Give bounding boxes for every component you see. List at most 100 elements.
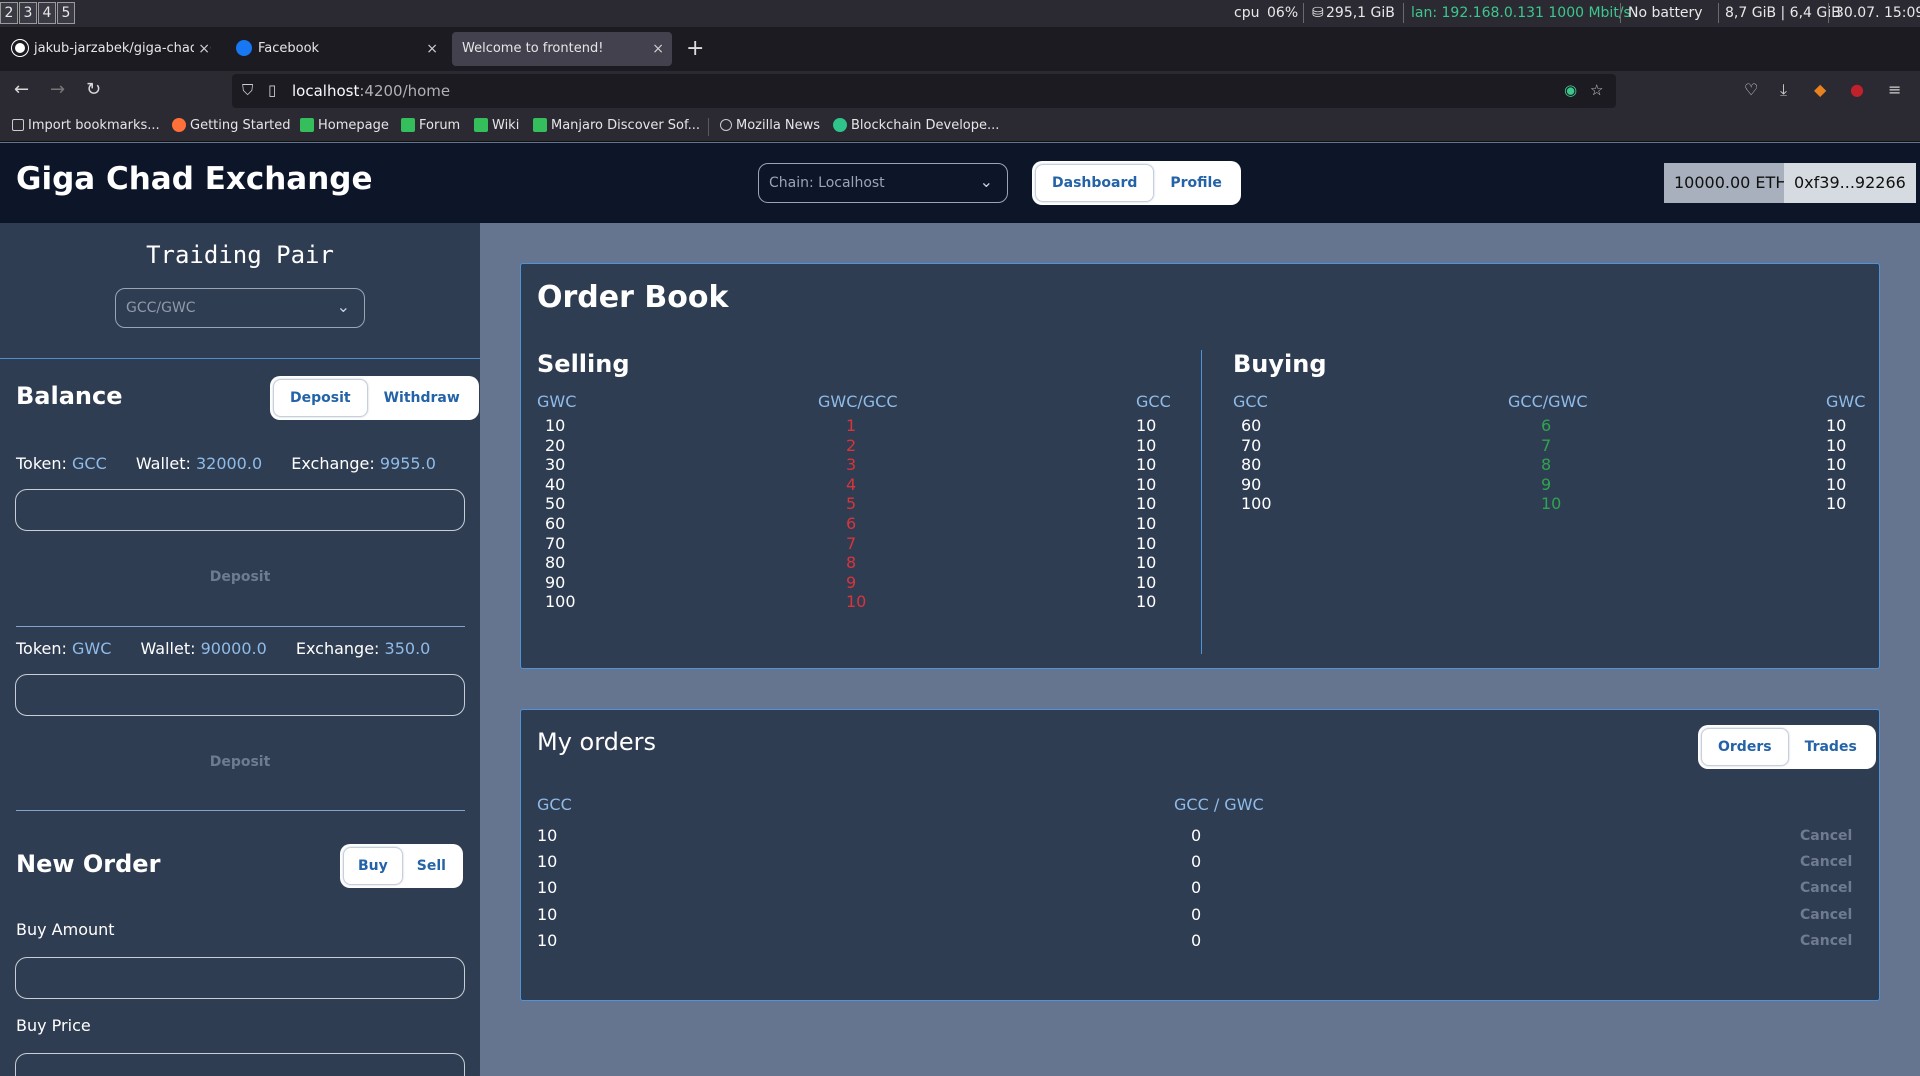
gwc-deposit-button[interactable]: Deposit (0, 754, 480, 770)
workspace-5[interactable]: 5 (57, 2, 75, 24)
buy-price: 6 (1541, 416, 1552, 435)
bookmark-star-icon[interactable]: ☆ (1590, 81, 1603, 99)
wallet-address[interactable]: 0xf39...92266 (1784, 163, 1916, 203)
order-price: 0 (1191, 826, 1202, 845)
buy-amount-input[interactable] (15, 957, 465, 999)
gcc-deposit-button[interactable]: Deposit (0, 569, 480, 585)
url-bar[interactable]: ⛉ ▯ localhost:4200/home ◉ ☆ (232, 74, 1616, 108)
tab-title: Facebook (258, 41, 320, 56)
sidebar: Traiding Pair GCC/GWC ⌄ Balance Deposit … (0, 223, 480, 1076)
new-tab-button[interactable]: + (686, 36, 704, 61)
chain-select[interactable]: Chain: Localhost ⌄ (758, 163, 1008, 203)
url-text[interactable]: localhost:4200/home (292, 82, 450, 100)
shield-icon[interactable]: ⛉ (242, 81, 253, 99)
page-nav-toggle: Dashboard Profile (1032, 161, 1241, 205)
bookmarks-bar: Import bookmarks... Getting Started Home… (0, 111, 1920, 142)
workspace-2[interactable]: 2 (0, 2, 18, 24)
trading-pair-value: GCC/GWC (126, 300, 196, 316)
order-amount: 10 (537, 904, 558, 924)
sell-tab[interactable]: Sell (403, 847, 460, 885)
order-book-panel: Order Book Selling GWC GWC/GCC GCC 10 1 10… (520, 263, 1880, 669)
sell-total: 10 (1136, 514, 1157, 533)
sell-price: 10 (846, 592, 867, 612)
orders-col-gcc: GCC (537, 795, 572, 814)
cancel-order-button[interactable]: Cancel (1800, 828, 1852, 844)
bookmark-forum[interactable]: Forum (401, 117, 460, 133)
selling-col-price: GWC/GCC (818, 392, 898, 411)
buy-price-input[interactable] (15, 1053, 465, 1076)
gwc-amount-input[interactable] (15, 674, 465, 716)
clock: 30.07. 15:09 (1835, 5, 1920, 21)
bookmark-mozilla-news[interactable]: Mozilla News (720, 118, 820, 133)
metamask-icon[interactable]: ◆ (1814, 80, 1826, 99)
wallet-value: 32000.0 (195, 454, 263, 473)
cpu-label: cpu (1234, 5, 1260, 21)
bookmark-getting-started[interactable]: Getting Started (172, 117, 291, 133)
ublock-icon[interactable]: ● (1850, 80, 1864, 99)
workspace-3[interactable]: 3 (19, 2, 37, 24)
order-amount: 10 (537, 878, 558, 898)
forward-arrow-icon[interactable]: → (50, 79, 65, 100)
tab-github[interactable]: jakub-jarzabek/giga-chad-e × (2, 32, 218, 66)
download-icon[interactable]: ⤓ (1780, 80, 1787, 100)
dashboard-button[interactable]: Dashboard (1035, 164, 1155, 202)
bookmark-import[interactable]: Import bookmarks... (12, 118, 160, 133)
gcc-amount-input[interactable] (15, 489, 465, 531)
facebook-icon (236, 39, 252, 56)
cancel-order-button[interactable]: Cancel (1800, 880, 1852, 896)
token-label: Token: (16, 454, 67, 473)
withdraw-tab[interactable]: Withdraw (368, 379, 476, 417)
menu-icon[interactable]: ≡ (1888, 80, 1901, 99)
buying-col-price: GCC/GWC (1508, 392, 1588, 411)
buy-tab[interactable]: Buy (343, 847, 403, 885)
extension-icon[interactable]: ◉ (1564, 81, 1577, 99)
profile-button[interactable]: Profile (1154, 164, 1237, 202)
cancel-order-button[interactable]: Cancel (1800, 854, 1852, 870)
orders-col-price: GCC / GWC (1174, 795, 1264, 814)
reload-icon[interactable]: ↻ (86, 79, 101, 100)
tab-title: Welcome to frontend! (462, 41, 604, 56)
manjaro-icon (300, 117, 314, 132)
cancel-order-button[interactable]: Cancel (1800, 933, 1852, 949)
close-tab-icon[interactable]: × (194, 32, 210, 66)
tab-frontend[interactable]: Welcome to frontend! × (452, 32, 672, 66)
buy-total: 10 (1826, 435, 1847, 455)
sell-amount: 60 (545, 514, 566, 533)
sell-total: 10 (1136, 435, 1157, 455)
close-tab-icon[interactable]: × (652, 32, 664, 66)
sell-price: 6 (846, 514, 857, 533)
sell-amount: 40 (545, 474, 566, 494)
orders-tab[interactable]: Orders (1701, 728, 1789, 766)
bookmark-blockchain[interactable]: Blockchain Develope... (833, 117, 999, 133)
buy-price-label: Buy Price (16, 1016, 91, 1035)
sell-price: 1 (846, 416, 857, 435)
exchange-label: Exchange: (295, 639, 380, 658)
trades-tab[interactable]: Trades (1789, 728, 1873, 766)
buy-amount: 80 (1241, 455, 1262, 475)
bookmark-homepage[interactable]: Homepage (300, 117, 389, 133)
sell-total: 10 (1136, 592, 1157, 612)
close-tab-icon[interactable]: × (426, 32, 438, 66)
cancel-order-button[interactable]: Cancel (1800, 907, 1852, 923)
pocket-icon[interactable]: ♡ (1744, 80, 1758, 99)
buy-amount: 100 (1241, 494, 1272, 514)
bookmark-manjaro-discover[interactable]: Manjaro Discover Sof... (533, 117, 700, 133)
sell-price: 9 (846, 572, 857, 592)
wallet-value: 90000.0 (200, 639, 267, 658)
order-amount: 10 (537, 930, 558, 950)
order-book-title: Order Book (537, 280, 729, 315)
order-book-divider (1201, 350, 1202, 654)
sell-amount: 30 (545, 455, 566, 475)
tab-facebook[interactable]: Facebook × (226, 32, 446, 66)
lan-status: lan: 192.168.0.131 1000 Mbit/s (1411, 5, 1631, 21)
back-arrow-icon[interactable]: ← (14, 79, 29, 100)
buy-price: 9 (1541, 474, 1552, 494)
order-amount: 10 (537, 826, 558, 845)
workspace-4[interactable]: 4 (38, 2, 56, 24)
exchange-value: 350.0 (384, 639, 431, 658)
trading-pair-select[interactable]: GCC/GWC ⌄ (115, 288, 365, 328)
bookmark-wiki[interactable]: Wiki (474, 117, 519, 133)
sell-amount: 50 (545, 494, 566, 514)
browser-tab-bar: jakub-jarzabek/giga-chad-e × Facebook × … (0, 27, 1920, 71)
deposit-tab[interactable]: Deposit (273, 379, 368, 417)
